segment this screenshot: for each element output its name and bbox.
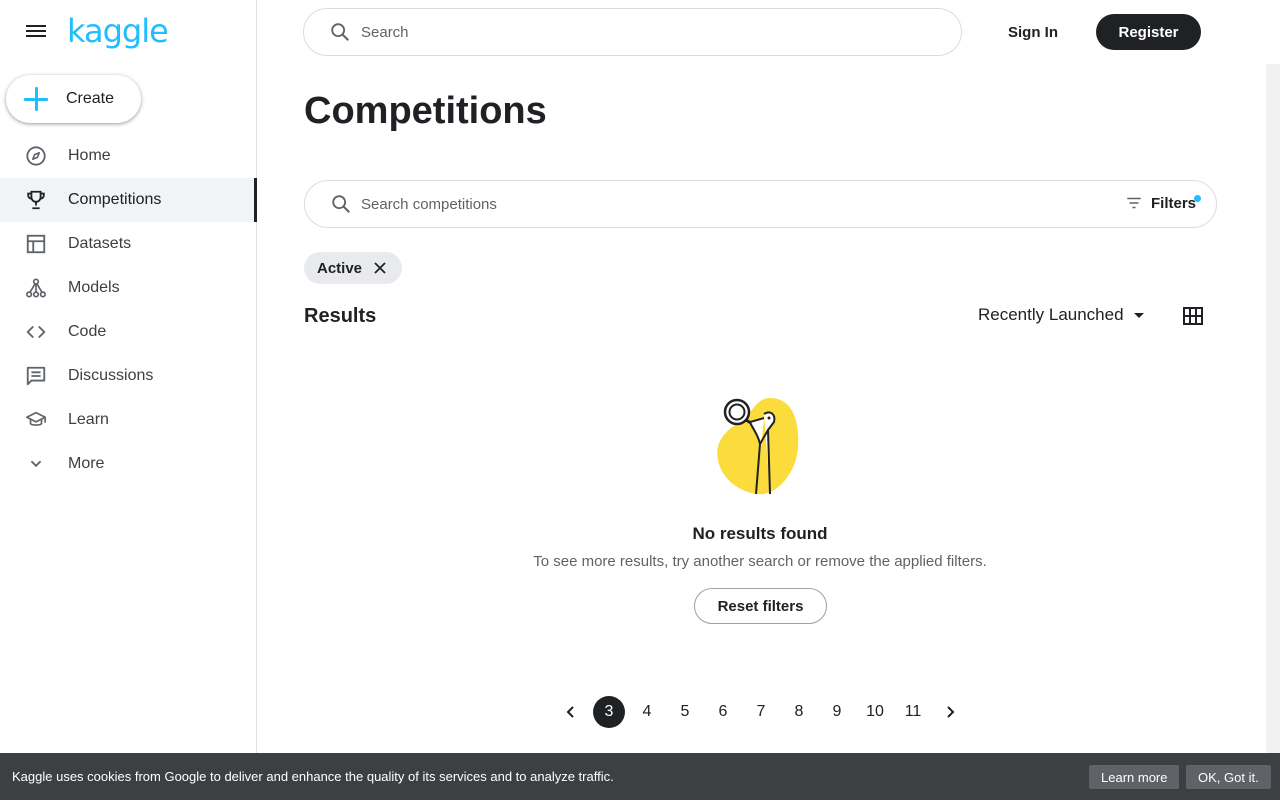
sidebar-item-label: Models: [68, 279, 120, 296]
sort-label: Recently Launched: [978, 305, 1124, 324]
create-label: Create: [66, 90, 115, 107]
kaggle-logo[interactable]: kaggle: [67, 12, 169, 50]
menu-icon[interactable]: [24, 22, 48, 42]
next-page-button[interactable]: [935, 696, 965, 728]
sidebar-item-learn[interactable]: Learn: [0, 398, 257, 442]
sidebar-item-label: Datasets: [68, 235, 132, 252]
page-button[interactable]: 10: [859, 696, 891, 728]
site-search[interactable]: [303, 8, 962, 56]
search-icon: [332, 195, 350, 213]
page-button[interactable]: 8: [783, 696, 815, 728]
table-icon: [24, 232, 48, 256]
chevron-left-icon: [566, 706, 574, 718]
empty-state-title: No results found: [692, 524, 828, 543]
prev-page-button[interactable]: [556, 696, 586, 728]
sidebar-item-code[interactable]: Code: [0, 310, 257, 354]
register-button[interactable]: Register: [1096, 14, 1201, 50]
close-icon[interactable]: [372, 260, 388, 276]
sidebar-item-label: Competitions: [68, 191, 162, 208]
sidebar-item-home[interactable]: Home: [0, 134, 257, 178]
page-button[interactable]: 6: [707, 696, 739, 728]
filters-indicator-dot: [1194, 195, 1201, 202]
code-icon: [24, 320, 48, 344]
filters-button[interactable]: Filters: [1125, 194, 1201, 212]
results-heading: Results: [304, 305, 377, 327]
site-search-input[interactable]: [361, 23, 921, 41]
sidebar: kaggle Create Home Competitions Datasets: [0, 0, 257, 800]
create-button[interactable]: Create: [6, 75, 141, 123]
scrollbar[interactable]: [1266, 64, 1280, 754]
page-title: Competitions: [304, 90, 547, 132]
page-button[interactable]: 3: [593, 696, 625, 728]
competitions-search-input[interactable]: [361, 195, 1061, 213]
page-button[interactable]: 4: [631, 696, 663, 728]
dropdown-caret-icon: [1133, 312, 1144, 318]
sidebar-item-label: Code: [68, 323, 107, 340]
page-button[interactable]: 5: [669, 696, 701, 728]
sidebar-item-more[interactable]: More: [0, 442, 257, 486]
cookie-text: Kaggle uses cookies from Google to deliv…: [12, 769, 614, 784]
sidebar-item-competitions[interactable]: Competitions: [0, 178, 257, 222]
compass-icon: [24, 144, 48, 168]
chip-label: Active: [317, 259, 363, 277]
discussion-icon: [24, 364, 48, 388]
competitions-search[interactable]: Filters: [304, 180, 1217, 228]
filters-label: Filters: [1150, 194, 1196, 212]
filter-icon: [1127, 197, 1141, 209]
sidebar-item-datasets[interactable]: Datasets: [0, 222, 257, 266]
chevron-down-icon: [24, 452, 48, 476]
reset-filters-button[interactable]: Reset filters: [694, 588, 827, 624]
sidebar-item-models[interactable]: Models: [0, 266, 257, 310]
empty-state-illustration: [717, 398, 799, 495]
sort-dropdown[interactable]: Recently Launched: [978, 305, 1144, 325]
sign-in-button[interactable]: Sign In: [998, 14, 1068, 50]
learn-more-button[interactable]: Learn more: [1089, 765, 1180, 789]
sidebar-item-label: Discussions: [68, 367, 154, 384]
chevron-right-icon: [947, 706, 955, 718]
sidebar-item-label: More: [68, 455, 105, 472]
sidebar-nav: Home Competitions Datasets Models Code D…: [0, 134, 257, 486]
empty-state-subtitle: To see more results, try another search …: [533, 553, 987, 570]
sidebar-item-label: Learn: [68, 411, 109, 428]
page-button[interactable]: 7: [745, 696, 777, 728]
plus-icon: [24, 87, 48, 111]
sidebar-item-discussions[interactable]: Discussions: [0, 354, 257, 398]
sidebar-item-label: Home: [68, 147, 111, 164]
cookie-banner: Kaggle uses cookies from Google to deliv…: [0, 753, 1280, 800]
search-icon: [331, 23, 349, 41]
ok-got-it-button[interactable]: OK, Got it.: [1186, 765, 1271, 789]
active-filter-chip[interactable]: Active: [304, 252, 403, 284]
models-icon: [24, 276, 48, 300]
school-icon: [24, 408, 48, 432]
trophy-icon: [24, 188, 48, 212]
grid-view-icon[interactable]: [1182, 306, 1204, 326]
page-button[interactable]: 9: [821, 696, 853, 728]
pagination: 3 4 5 6 7 8 9 10 11: [556, 696, 965, 728]
page-button[interactable]: 11: [897, 696, 929, 728]
